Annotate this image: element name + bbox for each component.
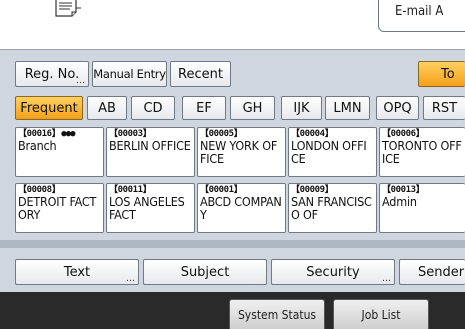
- recent-button[interactable]: Recent: [170, 61, 231, 87]
- group-icon: ●●●: [61, 129, 75, 139]
- recent-label: Recent: [178, 66, 223, 82]
- destination-tile[interactable]: 【00006】 TORONTO OFFICE: [379, 127, 465, 177]
- document-list-icon: [55, 0, 81, 17]
- text-button[interactable]: Text …: [15, 259, 139, 285]
- reg-no-label: Reg. No.: [24, 66, 80, 82]
- tab-label: GH: [242, 100, 263, 116]
- tab-ijk[interactable]: IJK: [281, 96, 322, 120]
- status-bar: System Status Job List: [0, 292, 465, 329]
- subject-label: Subject: [180, 264, 230, 280]
- tab-frequent[interactable]: Frequent: [15, 96, 83, 120]
- destination-tile[interactable]: 【00009】 SAN FRANCISCO OF: [288, 183, 377, 233]
- destination-name: Branch: [18, 138, 57, 153]
- tab-label: Frequent: [20, 100, 78, 116]
- tab-cd[interactable]: CD: [131, 96, 175, 120]
- to-button[interactable]: To: [418, 61, 465, 87]
- tab-label: OPQ: [383, 100, 412, 116]
- tab-label: LMN: [333, 100, 362, 116]
- to-label: To: [441, 66, 455, 82]
- tab-rst[interactable]: RST: [423, 96, 465, 120]
- destination-tile[interactable]: 【00004】 LONDON OFFICE: [288, 127, 377, 177]
- sender-name-label: Sender N: [418, 264, 465, 280]
- destination-tile[interactable]: 【00013】 Admin: [379, 183, 465, 233]
- scan-options-row: Text … Subject Security … Sender N: [0, 248, 465, 292]
- tab-ef[interactable]: EF: [182, 96, 226, 120]
- security-button[interactable]: Security …: [271, 259, 395, 285]
- more-indicator: …: [76, 76, 85, 86]
- destination-tile[interactable]: 【00005】 NEW YORK OFFICE: [197, 127, 286, 177]
- tab-gh[interactable]: GH: [230, 96, 275, 120]
- system-status-label: System Status: [237, 307, 317, 322]
- tab-lmn[interactable]: LMN: [325, 96, 370, 120]
- destination-name: TORONTO OFFICE: [382, 138, 462, 166]
- system-status-button[interactable]: System Status: [229, 299, 325, 329]
- destination-tile[interactable]: 【00003】 BERLIN OFFICE: [106, 127, 195, 177]
- destination-name: SAN FRANCISCO OF: [291, 194, 372, 222]
- tab-label: AB: [98, 100, 116, 116]
- destination-name: LOS ANGELES FACT: [109, 194, 188, 222]
- manual-entry-label: Manual Entry: [93, 67, 166, 81]
- tab-label: CD: [143, 100, 163, 116]
- destination-tile[interactable]: 【00016】 ●●● Branch: [15, 127, 104, 177]
- sender-name-button[interactable]: Sender N: [399, 259, 465, 285]
- job-list-label: Job List: [361, 307, 401, 322]
- security-label: Security: [306, 264, 360, 280]
- destination-tile[interactable]: 【00008】 DETROIT FACTORY: [15, 183, 104, 233]
- destination-name: LONDON OFFICE: [291, 138, 367, 166]
- tab-label: RST: [431, 100, 458, 116]
- tab-label: EF: [196, 100, 212, 116]
- destination-name: BERLIN OFFICE: [109, 138, 191, 153]
- destination-name: Admin: [382, 194, 417, 209]
- destination-tile[interactable]: 【00011】 LOS ANGELES FACT: [106, 183, 195, 233]
- email-address-tab[interactable]: E-mail A: [378, 0, 465, 32]
- job-list-button[interactable]: Job List: [333, 299, 429, 329]
- tab-ab[interactable]: AB: [87, 96, 127, 120]
- destination-tile[interactable]: 【00001】 ABCD COMPANY: [197, 183, 286, 233]
- scanner-panel: E-mail A Reg. No. … Manual Entry Recent …: [0, 0, 465, 329]
- manual-entry-button[interactable]: Manual Entry: [92, 61, 167, 87]
- more-indicator: …: [126, 274, 135, 284]
- destination-name: NEW YORK OFFICE: [200, 138, 278, 166]
- destination-name: DETROIT FACTORY: [18, 194, 97, 222]
- destination-name: ABCD COMPANY: [200, 194, 282, 222]
- text-label: Text: [63, 264, 91, 280]
- tab-opq[interactable]: OPQ: [376, 96, 419, 120]
- reg-no-button[interactable]: Reg. No. …: [15, 61, 89, 87]
- subject-button[interactable]: Subject: [143, 259, 267, 285]
- more-indicator: …: [382, 274, 391, 284]
- destination-display-area: E-mail A: [0, 0, 465, 50]
- tab-label: IJK: [293, 100, 310, 116]
- section-divider: [0, 240, 465, 248]
